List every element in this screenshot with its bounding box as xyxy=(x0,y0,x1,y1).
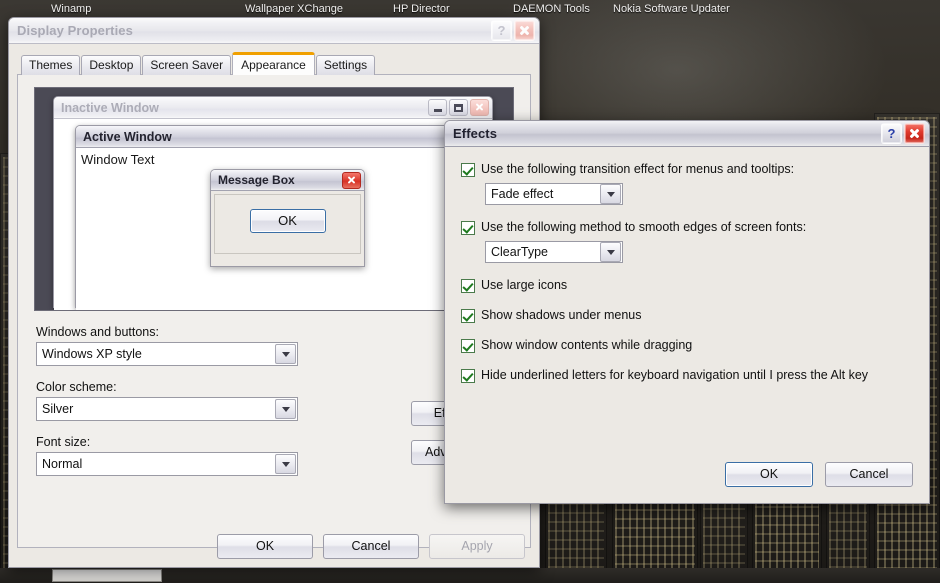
windows-and-buttons-value: Windows XP style xyxy=(42,347,142,361)
effects-titlebar[interactable]: Effects ? xyxy=(445,121,929,147)
tab-strip: Themes Desktop Screen Saver Appearance S… xyxy=(21,52,531,75)
tab-appearance[interactable]: Appearance xyxy=(232,52,315,75)
chevron-down-icon[interactable] xyxy=(600,184,621,204)
effects-dialog-window: Effects ? Use the following transition e… xyxy=(444,120,930,504)
preview-active-window: Active Window Window Text Message Box OK xyxy=(75,125,495,310)
preview-msgbox-buttons xyxy=(342,171,361,189)
hide-underlined-letters-row: Hide underlined letters for keyboard nav… xyxy=(461,367,913,384)
cancel-button[interactable]: Cancel xyxy=(323,534,419,559)
font-smoothing-combo-wrap: ClearType xyxy=(485,241,913,263)
use-large-icons-label: Use large icons xyxy=(481,278,568,292)
help-question-icon[interactable]: ? xyxy=(881,123,902,144)
preview-active-titlebar: Active Window xyxy=(76,126,494,148)
effects-ok-button[interactable]: OK xyxy=(725,462,813,487)
font-smoothing-value: ClearType xyxy=(491,245,548,259)
show-shadows-label: Show shadows under menus xyxy=(481,308,642,322)
display-properties-buttons: OK Cancel Apply xyxy=(9,534,539,559)
preview-window-text: Window Text xyxy=(81,152,155,167)
apply-button: Apply xyxy=(429,534,525,559)
windows-and-buttons-combo[interactable]: Windows XP style xyxy=(36,342,298,366)
preview-inactive-buttons xyxy=(428,99,489,116)
preview-msgbox-titlebar: Message Box xyxy=(211,170,364,191)
font-smoothing-checkbox[interactable] xyxy=(461,221,475,235)
effects-dialog-body: Use the following transition effect for … xyxy=(445,147,929,503)
transition-effect-checkbox[interactable] xyxy=(461,163,475,177)
font-smoothing-row: Use the following method to smooth edges… xyxy=(461,219,913,236)
effects-dialog-buttons: OK Cancel xyxy=(725,462,913,487)
use-large-icons-checkbox[interactable] xyxy=(461,279,475,293)
close-x-icon[interactable] xyxy=(904,123,925,144)
font-smoothing-label: Use the following method to smooth edges… xyxy=(481,220,807,234)
preview-msgbox-ok-button: OK xyxy=(249,209,326,233)
taskbar-bottom[interactable] xyxy=(0,568,940,583)
close-x-icon xyxy=(470,99,489,116)
close-x-icon xyxy=(342,171,361,189)
preview-msgbox-client: OK xyxy=(214,194,361,254)
titlebar-buttons: ? xyxy=(491,20,535,41)
transition-effect-value: Fade effect xyxy=(491,187,554,201)
font-size-combo[interactable]: Normal xyxy=(36,452,298,476)
display-properties-titlebar[interactable]: Display Properties ? xyxy=(9,18,539,44)
minimize-icon xyxy=(428,99,447,116)
preview-inactive-title: Inactive Window xyxy=(61,100,159,115)
font-size-value: Normal xyxy=(42,457,83,471)
show-window-contents-checkbox[interactable] xyxy=(461,339,475,353)
transition-effect-row: Use the following transition effect for … xyxy=(461,161,913,178)
hide-underlined-letters-checkbox[interactable] xyxy=(461,369,475,383)
appearance-preview[interactable]: Inactive Window Active Window Window Tex… xyxy=(34,87,514,311)
preview-active-client: Window Text Message Box OK xyxy=(76,148,494,310)
chevron-down-icon[interactable] xyxy=(275,454,296,474)
tab-screen-saver[interactable]: Screen Saver xyxy=(142,55,232,75)
show-window-contents-label: Show window contents while dragging xyxy=(481,338,693,352)
close-x-icon[interactable] xyxy=(514,20,535,41)
ok-button[interactable]: OK xyxy=(217,534,313,559)
tab-settings[interactable]: Settings xyxy=(315,55,376,75)
font-smoothing-combo[interactable]: ClearType xyxy=(485,241,623,263)
use-large-icons-row: Use large icons xyxy=(461,277,913,294)
preview-inactive-titlebar: Inactive Window xyxy=(54,97,492,119)
effects-cancel-button[interactable]: Cancel xyxy=(825,462,913,487)
preview-active-title: Active Window xyxy=(83,129,172,144)
color-scheme-value: Silver xyxy=(42,402,74,416)
color-scheme-combo[interactable]: Silver xyxy=(36,397,298,421)
taskbar-bottom-button[interactable] xyxy=(52,569,162,582)
desktop: Winamp Wallpaper XChange HP Director DAE… xyxy=(0,0,940,583)
transition-effect-label: Use the following transition effect for … xyxy=(481,162,795,176)
tab-themes[interactable]: Themes xyxy=(21,55,81,75)
help-question-icon[interactable]: ? xyxy=(491,20,512,41)
transition-effect-combo-wrap: Fade effect xyxy=(485,183,913,205)
chevron-down-icon[interactable] xyxy=(275,344,296,364)
chevron-down-icon[interactable] xyxy=(600,242,621,262)
effects-titlebar-buttons: ? xyxy=(881,123,925,144)
hide-underlined-letters-label: Hide underlined letters for keyboard nav… xyxy=(481,368,869,382)
show-shadows-row: Show shadows under menus xyxy=(461,307,913,324)
preview-msgbox-title: Message Box xyxy=(218,173,295,187)
effects-options-list: Use large icons Show shadows under menus… xyxy=(461,277,913,384)
tab-desktop[interactable]: Desktop xyxy=(81,55,142,75)
show-shadows-checkbox[interactable] xyxy=(461,309,475,323)
effects-window-title: Effects xyxy=(453,126,498,141)
show-window-contents-row: Show window contents while dragging xyxy=(461,337,913,354)
transition-effect-combo[interactable]: Fade effect xyxy=(485,183,623,205)
maximize-icon xyxy=(449,99,468,116)
chevron-down-icon[interactable] xyxy=(275,399,296,419)
preview-message-box: Message Box OK xyxy=(210,169,365,267)
window-title: Display Properties xyxy=(17,23,133,38)
